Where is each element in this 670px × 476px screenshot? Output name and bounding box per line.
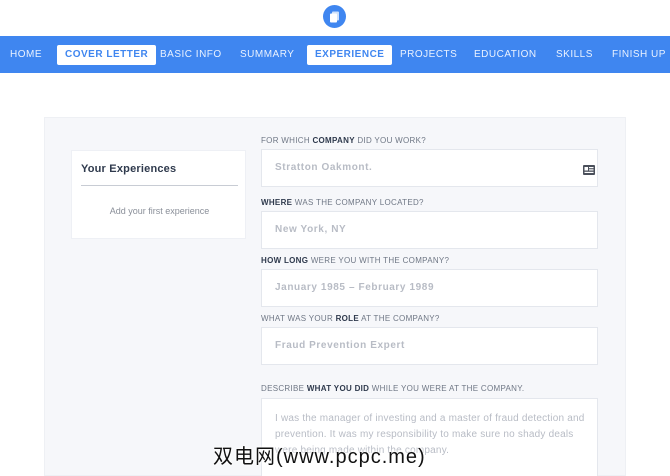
nav-projects[interactable]: PROJECTS	[400, 36, 457, 73]
nav-basic-info[interactable]: BASIC INFO	[160, 36, 222, 73]
nav-summary[interactable]: SUMMARY	[240, 36, 294, 73]
location-question: WHERE WAS THE COMPANY LOCATED?	[261, 198, 424, 207]
nav-experience[interactable]: EXPERIENCE	[307, 45, 393, 65]
watermark-text: 双电网(www.pcpc.me)	[213, 446, 426, 468]
duration-placeholder: January 1985 – February 1989	[275, 282, 435, 293]
duration-input[interactable]: January 1985 – February 1989	[261, 269, 598, 307]
duration-question: HOW LONG WERE YOU WITH THE COMPANY?	[261, 256, 450, 265]
experiences-title: Your Experiences	[81, 163, 177, 175]
experiences-card: Your Experiences Add your first experien…	[71, 150, 246, 239]
description-question: DESCRIBE WHAT YOU DID WHILE YOU WERE AT …	[261, 384, 525, 393]
document-icon	[330, 11, 339, 22]
nav-education[interactable]: EDUCATION	[474, 36, 537, 73]
add-experience-link[interactable]: Add your first experience	[72, 206, 247, 216]
company-question: FOR WHICH COMPANY DID YOU WORK?	[261, 136, 427, 145]
contact-card-icon[interactable]	[583, 162, 595, 180]
role-question: WHAT WAS YOUR ROLE AT THE COMPANY?	[261, 314, 440, 323]
top-navigation: HOME COVER LETTER BASIC INFO SUMMARY EXP…	[0, 36, 670, 73]
divider	[81, 185, 238, 186]
company-input[interactable]: Stratton Oakmont.	[261, 149, 598, 187]
location-placeholder: New York, NY	[275, 224, 347, 235]
app-logo[interactable]	[323, 5, 346, 28]
role-placeholder: Fraud Prevention Expert	[275, 340, 405, 351]
location-input[interactable]: New York, NY	[261, 211, 598, 249]
nav-cover-letter[interactable]: COVER LETTER	[57, 45, 157, 65]
nav-finish-up[interactable]: FINISH UP	[612, 36, 666, 73]
nav-skills[interactable]: SKILLS	[556, 36, 593, 73]
nav-home[interactable]: HOME	[10, 36, 42, 73]
role-input[interactable]: Fraud Prevention Expert	[261, 327, 598, 365]
company-placeholder: Stratton Oakmont.	[275, 162, 373, 173]
